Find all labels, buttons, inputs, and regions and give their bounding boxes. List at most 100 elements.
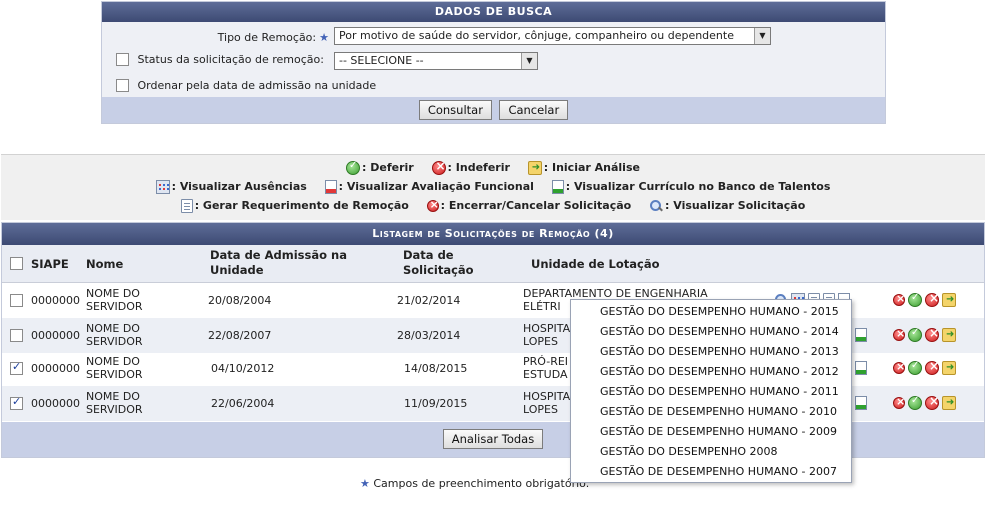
tipo-remocao-label: Tipo de Remoção:	[217, 31, 317, 44]
analisar-todas-button[interactable]: Analisar Todas	[442, 429, 544, 449]
legend-deferir: : Deferir	[362, 161, 414, 174]
cell-admissao: 22/08/2007	[208, 329, 272, 342]
avaliacao-popup-menu: GESTÃO DO DESEMPENHO HUMANO - 2015 GESTÃ…	[570, 299, 852, 483]
search-panel-title: DADOS DE BUSCA	[102, 2, 885, 22]
required-note: ★ Campos de preenchimento obrigatório.	[360, 477, 589, 490]
curriculo-icon[interactable]	[855, 328, 867, 342]
col-unidade: Unidade de Lotação	[531, 257, 660, 271]
encerrar-icon	[426, 198, 439, 212]
indeferir-icon[interactable]	[925, 394, 939, 410]
listing-title: Listagem de Solicitações de Remoção (4)	[2, 223, 984, 245]
cell-siape: 0000000	[31, 329, 80, 342]
row-checkbox[interactable]	[10, 360, 23, 375]
tipo-remocao-select[interactable]: Por motivo de saúde do servidor, cônjuge…	[334, 27, 771, 45]
cell-admissao: 22/06/2004	[211, 397, 275, 410]
cell-nome: NOME DO SERVIDOR	[86, 355, 143, 381]
indeferir-icon[interactable]	[925, 326, 939, 342]
cell-unidade: PRÓ-REI ESTUDA	[523, 355, 569, 381]
legend-curriculo: : Visualizar Currículo no Banco de Talen…	[565, 180, 831, 193]
table-header: SIAPE Nome Data de Admissão na Unidade D…	[2, 245, 984, 283]
popup-option[interactable]: GESTÃO DE DESEMPENHO HUMANO - 2009	[571, 422, 851, 442]
deferir-icon[interactable]	[908, 292, 922, 307]
consultar-button[interactable]: Consultar	[418, 100, 492, 120]
legend-iniciar: : Iniciar Análise	[543, 161, 640, 174]
curriculo-icon	[551, 180, 564, 194]
ordenar-label: Ordenar pela data de admissão na unidade	[137, 78, 377, 92]
status-checkbox[interactable]	[116, 52, 129, 66]
popup-option[interactable]: GESTÃO DO DESEMPENHO HUMANO - 2011	[571, 382, 851, 402]
row-checkbox[interactable]	[10, 329, 23, 342]
required-star-icon: ★	[319, 31, 329, 44]
ausencias-icon	[155, 180, 170, 194]
cell-siape: 0000000	[31, 362, 80, 375]
avaliacao-funcional-icon	[324, 180, 337, 194]
icon-legend: : Deferir : Indeferir : Iniciar Análise …	[1, 154, 985, 220]
tipo-remocao-value: Por motivo de saúde do servidor, cônjuge…	[339, 29, 734, 42]
popup-option[interactable]: GESTÃO DE DESEMPENHO HUMANO - 2010	[571, 402, 851, 422]
iniciar-analise-icon[interactable]	[942, 328, 956, 342]
legend-encerrar: : Encerrar/Cancelar Solicitação	[440, 199, 632, 212]
col-admissao: Data de Admissão na Unidade	[210, 248, 347, 277]
ordenar-checkbox[interactable]	[116, 78, 129, 92]
deferir-icon[interactable]	[908, 395, 922, 410]
cell-solicitacao: 21/02/2014	[397, 294, 461, 307]
encerrar-icon[interactable]	[893, 395, 905, 409]
cell-unidade: HOSPITA LOPES	[523, 322, 571, 348]
popup-option[interactable]: GESTÃO DO DESEMPENHO HUMANO - 2015	[571, 302, 851, 322]
required-note-text: Campos de preenchimento obrigatório.	[373, 477, 590, 490]
select-all-checkbox[interactable]	[10, 257, 23, 270]
curriculo-icon[interactable]	[855, 396, 867, 410]
status-select[interactable]: -- SELECIONE -- ▼	[334, 52, 538, 70]
cell-admissao: 04/10/2012	[211, 362, 275, 375]
iniciar-analise-icon[interactable]	[942, 361, 956, 375]
chevron-down-icon[interactable]: ▼	[521, 53, 537, 69]
cell-siape: 0000000	[31, 397, 80, 410]
chevron-down-icon[interactable]: ▼	[754, 28, 770, 44]
cell-solicitacao: 14/08/2015	[404, 362, 468, 375]
indeferir-icon	[431, 159, 446, 175]
legend-ausencias: : Visualizar Ausências	[171, 180, 307, 193]
row-checkbox[interactable]	[10, 294, 23, 307]
legend-avaliacao: : Visualizar Avaliação Funcional	[338, 180, 534, 193]
cell-siape: 0000000	[31, 294, 80, 307]
required-star-icon: ★	[360, 477, 370, 490]
search-footer: Consultar Cancelar	[102, 97, 885, 123]
search-panel: DADOS DE BUSCA Tipo de Remoção: ★ Por mot…	[101, 1, 886, 124]
cell-admissao: 20/08/2004	[208, 294, 272, 307]
popup-option[interactable]: GESTÃO DO DESEMPENHO HUMANO - 2012	[571, 362, 851, 382]
indeferir-icon[interactable]	[925, 291, 939, 307]
deferir-icon	[346, 160, 361, 175]
legend-indeferir: : Indeferir	[447, 161, 510, 174]
iniciar-analise-icon[interactable]	[942, 396, 956, 410]
cell-solicitacao: 11/09/2015	[404, 397, 468, 410]
deferir-icon[interactable]	[908, 360, 922, 375]
col-nome: Nome	[86, 257, 124, 271]
status-label: Status da solicitação de remoção:	[137, 52, 324, 66]
cell-nome: NOME DO SERVIDOR	[86, 287, 143, 313]
cell-nome: NOME DO SERVIDOR	[86, 390, 143, 416]
indeferir-icon[interactable]	[925, 359, 939, 375]
encerrar-icon[interactable]	[893, 292, 905, 306]
popup-option[interactable]: GESTÃO DO DESEMPENHO HUMANO - 2014	[571, 322, 851, 342]
cell-nome: NOME DO SERVIDOR	[86, 322, 143, 348]
legend-requerimento: : Gerar Requerimento de Remoção	[194, 199, 409, 212]
iniciar-analise-icon	[527, 161, 542, 175]
iniciar-analise-icon[interactable]	[942, 293, 956, 307]
popup-option[interactable]: GESTÃO DE DESEMPENHO HUMANO - 2007	[571, 462, 851, 482]
col-siape: SIAPE	[31, 257, 69, 271]
encerrar-icon[interactable]	[893, 327, 905, 341]
cancelar-button[interactable]: Cancelar	[499, 100, 569, 120]
col-solicitacao: Data de Solicitação	[403, 248, 474, 277]
status-value: -- SELECIONE --	[339, 54, 424, 67]
cell-unidade: HOSPITA LOPES	[523, 390, 571, 416]
row-checkbox[interactable]	[10, 395, 23, 410]
magnifier-icon	[649, 199, 663, 213]
encerrar-icon[interactable]	[893, 360, 905, 374]
popup-option[interactable]: GESTÃO DO DESEMPENHO 2008	[571, 442, 851, 462]
curriculo-icon[interactable]	[855, 361, 867, 375]
deferir-icon[interactable]	[908, 327, 922, 342]
legend-visualizar: : Visualizar Solicitação	[665, 199, 806, 212]
requerimento-icon	[180, 199, 193, 213]
popup-option[interactable]: GESTÃO DO DESEMPENHO HUMANO - 2013	[571, 342, 851, 362]
cell-solicitacao: 28/03/2014	[397, 329, 461, 342]
